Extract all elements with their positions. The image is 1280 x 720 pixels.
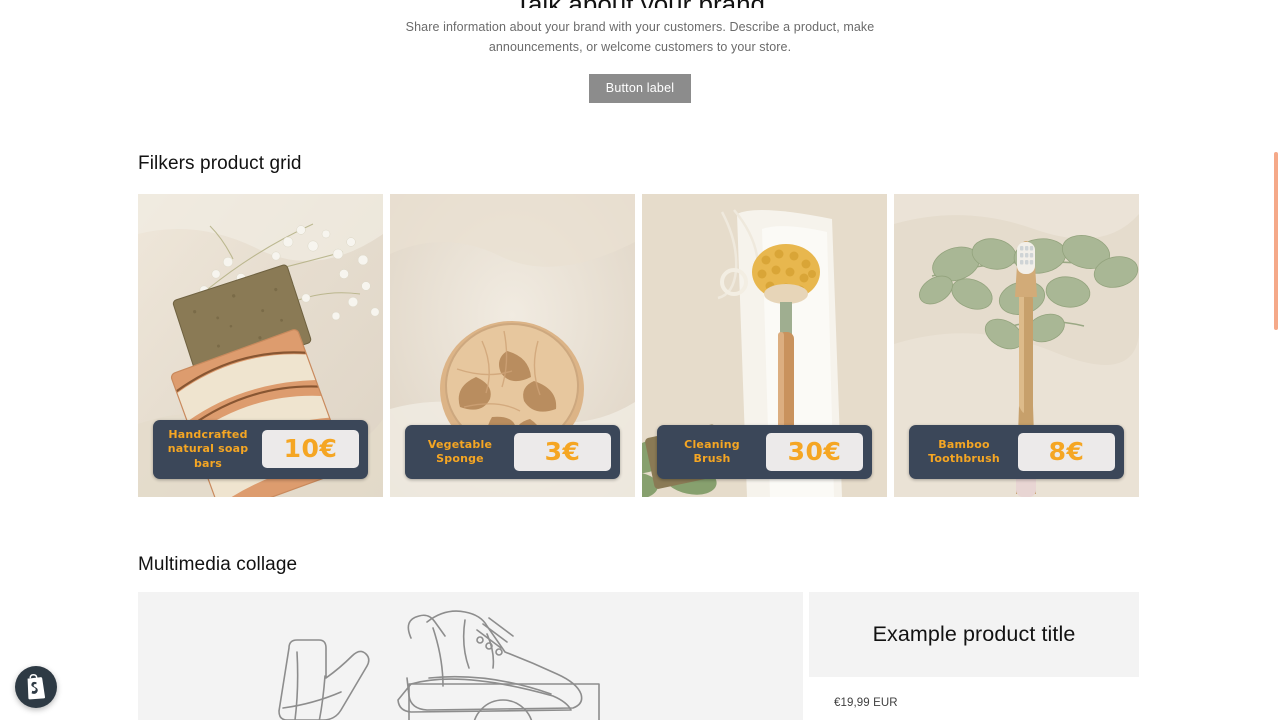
price-box: 30€ — [766, 433, 863, 471]
hero-cta-button[interactable]: Button label — [589, 74, 691, 103]
price-badge: Vegetable Sponge 3€ — [405, 425, 620, 479]
collage-product-price: €19,99 EUR — [834, 697, 898, 709]
hero-body-text: Share information about your brand with … — [405, 20, 875, 54]
price-badge: Bamboo Toothbrush 8€ — [909, 425, 1124, 479]
rich-text-section: Talk about your brand Share information … — [0, 0, 1280, 103]
multimedia-collage: Example product title €19,99 EUR — [138, 592, 1139, 720]
product-name: Handcrafted natural soap bars — [167, 427, 249, 470]
page-scrollbar[interactable] — [1270, 0, 1280, 720]
collage-product-title: Example product title — [872, 622, 1076, 646]
page-root: Talk about your brand Share information … — [0, 0, 1280, 720]
product-grid-heading: Filkers product grid — [138, 153, 302, 174]
product-name: Bamboo Toothbrush — [928, 437, 1000, 466]
product-grid: Handcrafted natural soap bars 10€ Vegeta… — [138, 194, 1139, 497]
product-price: 3€ — [544, 437, 581, 466]
collage-product-title-area: Example product title — [809, 592, 1139, 677]
price-badge: Handcrafted natural soap bars 10€ — [153, 419, 368, 479]
collage-heading-wrap: Multimedia collage — [0, 554, 1280, 576]
product-price: 8€ — [1048, 437, 1085, 466]
product-name: Cleaning Brush — [684, 437, 740, 466]
price-box: 8€ — [1018, 433, 1115, 471]
hero-button-wrap: Button label — [0, 74, 1280, 103]
collage-media-placeholder[interactable] — [138, 592, 803, 720]
product-grid-heading-wrap: Filkers product grid — [0, 153, 1280, 175]
price-badge: Cleaning Brush 30€ — [657, 425, 872, 479]
shopify-chat-button[interactable] — [15, 666, 57, 708]
collage-product-card[interactable]: Example product title €19,99 EUR — [809, 592, 1139, 720]
product-card[interactable]: Vegetable Sponge 3€ — [390, 194, 635, 497]
product-card[interactable]: Handcrafted natural soap bars 10€ — [138, 194, 383, 497]
collage-heading: Multimedia collage — [138, 554, 298, 575]
collage-product-details: €19,99 EUR — [809, 677, 1139, 720]
shoes-placeholder-icon — [277, 610, 600, 720]
scrollbar-thumb[interactable] — [1274, 152, 1278, 330]
price-box: 3€ — [514, 433, 611, 471]
hero-heading-clipped: Talk about your brand — [0, 0, 1280, 8]
product-card[interactable]: Cleaning Brush 30€ — [642, 194, 887, 497]
product-name: Vegetable Sponge — [427, 437, 493, 466]
product-price: 30€ — [787, 437, 842, 466]
product-card[interactable]: Bamboo Toothbrush 8€ — [894, 194, 1139, 497]
product-price: 10€ — [283, 434, 338, 464]
price-box: 10€ — [262, 430, 359, 469]
shopify-bag-icon — [27, 674, 46, 700]
